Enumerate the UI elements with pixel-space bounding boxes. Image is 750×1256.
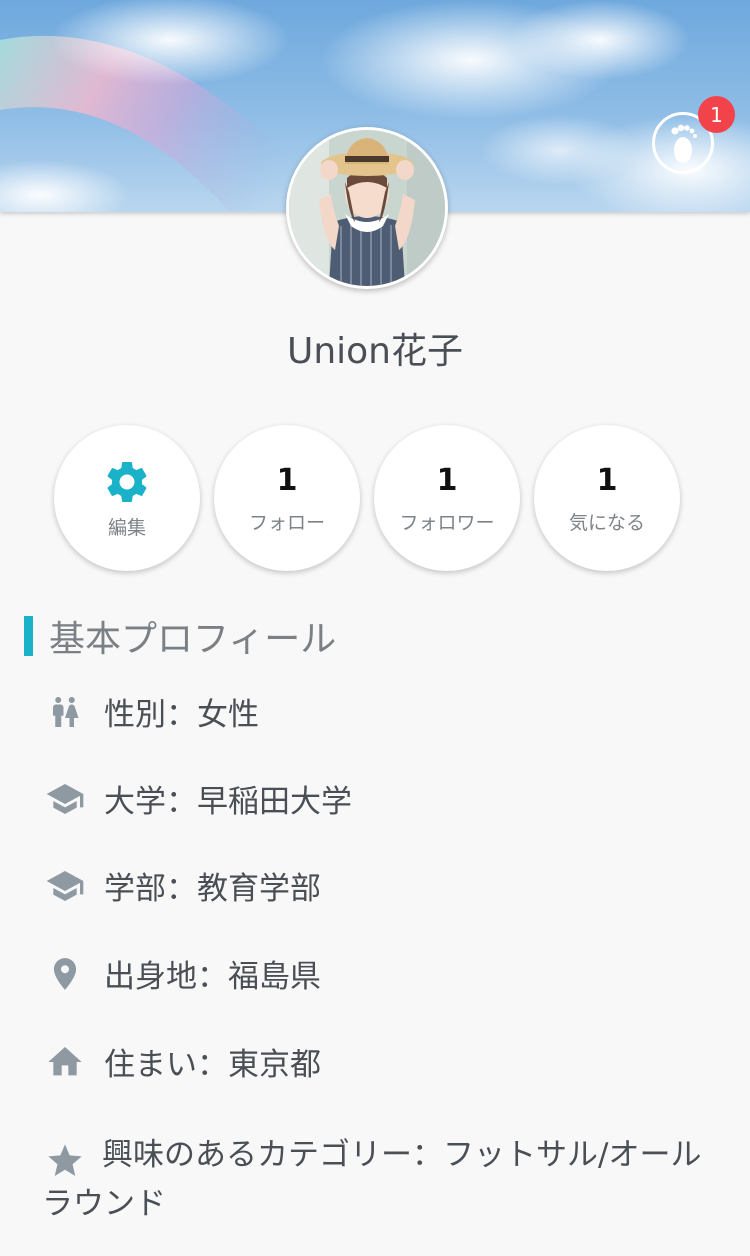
follower-label: フォロワー <box>399 511 495 534</box>
interested-count-button[interactable]: 1 気になる <box>534 425 680 571</box>
detail-row-residence: 住まい：東京都 <box>42 1042 732 1088</box>
section-header: 基本プロフィール <box>24 614 336 660</box>
star-icon <box>42 1141 88 1181</box>
section-accent-bar <box>24 616 33 656</box>
hometown-text: 出身地：福島県 <box>104 959 321 995</box>
detail-row-interests: 興味のあるカテゴリー：フットサル/オールラウンド <box>42 1132 732 1227</box>
follow-count: 1 <box>276 462 298 498</box>
detail-row-university: 大学：早稲田大学 <box>42 779 732 825</box>
follow-count-button[interactable]: 1 フォロー <box>214 425 360 571</box>
detail-row-gender: 性別：女性 <box>42 692 732 738</box>
follower-count: 1 <box>436 462 458 498</box>
interested-label: 気になる <box>568 511 645 534</box>
interested-count: 1 <box>596 462 618 498</box>
edit-button[interactable]: 編集 <box>54 425 200 571</box>
stats-row: 編集 1 フォロー 1 フォロワー 1 気になる <box>54 425 694 575</box>
faculty-text: 学部：教育学部 <box>104 871 321 907</box>
notification-badge: 1 <box>698 96 735 133</box>
university-text: 大学：早稲田大学 <box>104 784 352 820</box>
footprint-icon <box>671 124 697 163</box>
interests-text: 興味のあるカテゴリー：フットサル/オールラウンド <box>42 1137 702 1222</box>
detail-row-faculty: 学部：教育学部 <box>42 866 732 912</box>
avatar[interactable] <box>286 127 448 289</box>
follow-label: フォロー <box>248 511 325 534</box>
graduation-cap-icon <box>42 866 88 906</box>
edit-label: 編集 <box>107 516 146 539</box>
location-pin-icon <box>42 954 88 994</box>
section-title: 基本プロフィール <box>49 619 337 660</box>
gender-icon <box>42 692 88 732</box>
profile-name: Union花子 <box>286 331 463 372</box>
gear-icon <box>107 461 147 502</box>
residence-text: 住まい：東京都 <box>104 1047 321 1083</box>
gender-text: 性別：女性 <box>104 697 259 733</box>
detail-row-hometown: 出身地：福島県 <box>42 954 732 1000</box>
home-icon <box>42 1042 88 1082</box>
graduation-cap-icon <box>42 779 88 819</box>
follower-count-button[interactable]: 1 フォロワー <box>374 425 520 571</box>
